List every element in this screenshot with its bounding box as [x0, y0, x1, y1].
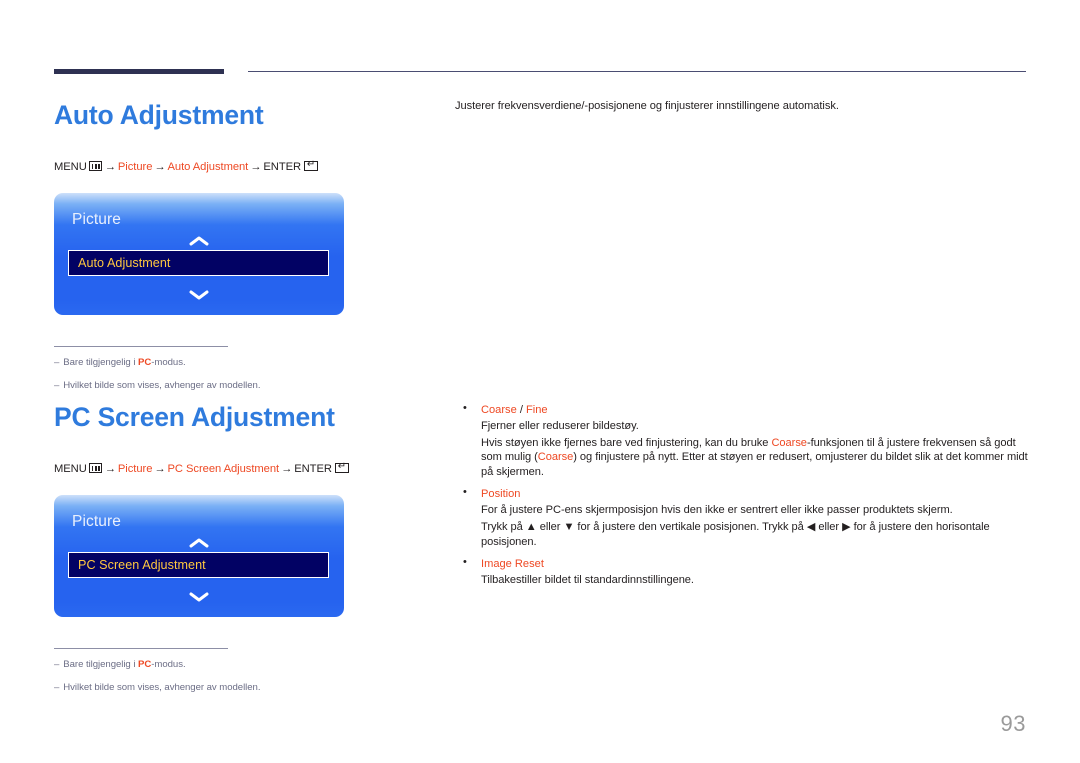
- list-item: Position For å justere PC-ens skjermposi…: [455, 486, 1030, 549]
- option-title-part-1: Image Reset: [481, 558, 544, 571]
- note-text-pre: Bare tilgjengelig i: [63, 357, 139, 368]
- osd-title: Picture: [72, 211, 121, 228]
- document-page: Auto Adjustment MENU → Picture → Auto Adjust…: [0, 0, 1080, 763]
- note-text-post: -modus.: [151, 659, 186, 670]
- menu-path-enter-label: ENTER: [294, 463, 332, 475]
- section-pc-screen-adjustment-left: PC Screen Adjustment MENU → Picture → PC Scr…: [54, 402, 434, 704]
- notes-pc-screen-adjustment: – Bare tilgjengelig i PC-modus. – Hvilket …: [54, 648, 260, 694]
- osd-menu-auto-adjustment: Picture Auto Adjustment: [54, 193, 344, 315]
- menu-path-arrow-1: →: [104, 463, 116, 475]
- page-title-auto-adjustment: Auto Adjustment: [54, 100, 264, 130]
- section-pc-screen-adjustment-right: Coarse / Fine Fjerner eller reduserer bi…: [455, 402, 1030, 596]
- chevron-down-icon[interactable]: [54, 289, 344, 302]
- enter-return-icon: ↵: [334, 462, 349, 473]
- menu-path-arrow-2: →: [154, 463, 166, 475]
- note-text-pre: Hvilket bilde som vises, avhenger av mod…: [63, 682, 261, 693]
- menu-grid-icon: [88, 161, 102, 171]
- note-item: – Hvilket bilde som vises, avhenger av mo…: [54, 681, 260, 694]
- section-auto-adjustment-right: Justerer frekvensverdiene/-posisjonene o…: [455, 99, 1030, 114]
- page-title-pc-screen-adjustment: PC Screen Adjustment: [54, 402, 335, 432]
- osd-menu-pc-screen-adjustment: Picture PC Screen Adjustment: [54, 495, 344, 617]
- option-desc-line: Trykk på ▲ eller ▼ for å justere den ver…: [481, 520, 990, 548]
- option-title-separator: /: [516, 404, 527, 416]
- menu-path-menu-label: MENU: [54, 463, 87, 475]
- notes-divider: [54, 648, 228, 649]
- menu-path-auto-adjustment: MENU → Picture → Auto Adjustment → ENTER ↵: [54, 160, 434, 174]
- desc-highlight-1: Coarse: [771, 436, 807, 449]
- menu-path-arrow-3: →: [250, 161, 262, 173]
- notes-divider: [54, 346, 228, 347]
- note-text-pre: Bare tilgjengelig i: [63, 659, 139, 670]
- chevron-up-icon[interactable]: [54, 538, 344, 551]
- notes-auto-adjustment: – Bare tilgjengelig i PC-modus. – Hvilket …: [54, 346, 260, 392]
- desc-highlight-2: Coarse: [537, 451, 574, 464]
- note-dash: –: [54, 357, 60, 368]
- note-item: – Bare tilgjengelig i PC-modus.: [54, 658, 228, 671]
- chevron-up-icon[interactable]: [54, 236, 344, 249]
- option-list: Coarse / Fine Fjerner eller reduserer bi…: [455, 402, 1030, 588]
- osd-selected-item-label: PC Screen Adjustment: [78, 558, 206, 572]
- list-item: Coarse / Fine Fjerner eller reduserer bi…: [455, 402, 1030, 480]
- osd-selected-item[interactable]: PC Screen Adjustment: [68, 552, 329, 578]
- enter-return-icon: ↵: [304, 160, 319, 171]
- menu-path-arrow-3: →: [281, 463, 293, 475]
- page-number: 93: [1000, 711, 1026, 736]
- note-item: – Hvilket bilde som vises, avhenger av mo…: [54, 379, 260, 392]
- osd-selected-item-label: Auto Adjustment: [78, 256, 171, 270]
- note-text-post: -modus.: [151, 357, 186, 368]
- header-rule-thick: [54, 69, 224, 74]
- option-title-position: Position: [481, 487, 1030, 502]
- option-title-part-1: Coarse: [481, 404, 517, 416]
- chevron-down-icon[interactable]: [54, 591, 344, 604]
- menu-path-item-picture: Picture: [117, 161, 153, 173]
- note-dash: –: [54, 659, 60, 670]
- option-desc-line: Hvis støyen ikke fjernes bare ved finjus…: [481, 436, 1030, 480]
- section-auto-adjustment-left: Auto Adjustment MENU → Picture → Auto Adjust…: [54, 100, 434, 402]
- option-desc-line: Fjerner eller reduserer bildestøy.: [481, 420, 639, 432]
- menu-path-item-pc-screen-adjustment: PC Screen Adjustment: [167, 463, 280, 475]
- note-text-highlight: PC: [138, 659, 152, 670]
- menu-grid-icon: [88, 463, 102, 473]
- note-item: – Bare tilgjengelig i PC-modus.: [54, 356, 228, 369]
- option-title-image-reset: Image Reset: [481, 557, 1030, 572]
- menu-path-pc-screen-adjustment: MENU → Picture → PC Screen Adjustment → ENTER ↵: [54, 462, 434, 476]
- header-rule-thin: [248, 71, 1026, 72]
- note-text-highlight: PC: [138, 357, 152, 368]
- menu-path-menu-label: MENU: [54, 161, 87, 173]
- note-dash: –: [54, 380, 60, 391]
- option-desc-line: For å justere PC-ens skjermposisjon hvis…: [481, 504, 953, 517]
- desc-text-1: Hvis støyen ikke fjernes bare ved finjus…: [481, 436, 772, 449]
- osd-title: Picture: [72, 513, 121, 530]
- list-item: Image Reset Tilbakestiller bildet til st…: [455, 556, 1030, 588]
- menu-path-item-auto-adjustment: Auto Adjustment: [167, 161, 249, 173]
- osd-selected-item[interactable]: Auto Adjustment: [68, 250, 329, 276]
- description-auto-adjustment: Justerer frekvensverdiene/-posisjonene o…: [455, 100, 839, 112]
- menu-path-arrow-1: →: [104, 161, 116, 173]
- note-dash: –: [54, 682, 60, 693]
- option-title-part-1: Position: [481, 488, 521, 501]
- option-title-part-2: Fine: [526, 404, 548, 416]
- option-desc-line: Tilbakestiller bildet til standardinnsti…: [481, 574, 694, 587]
- menu-path-item-picture: Picture: [117, 463, 153, 475]
- note-text-pre: Hvilket bilde som vises, avhenger av mod…: [63, 380, 261, 391]
- option-title-coarse-fine: Coarse / Fine: [481, 403, 1030, 418]
- menu-path-enter-label: ENTER: [263, 161, 302, 173]
- menu-path-arrow-2: →: [154, 161, 166, 173]
